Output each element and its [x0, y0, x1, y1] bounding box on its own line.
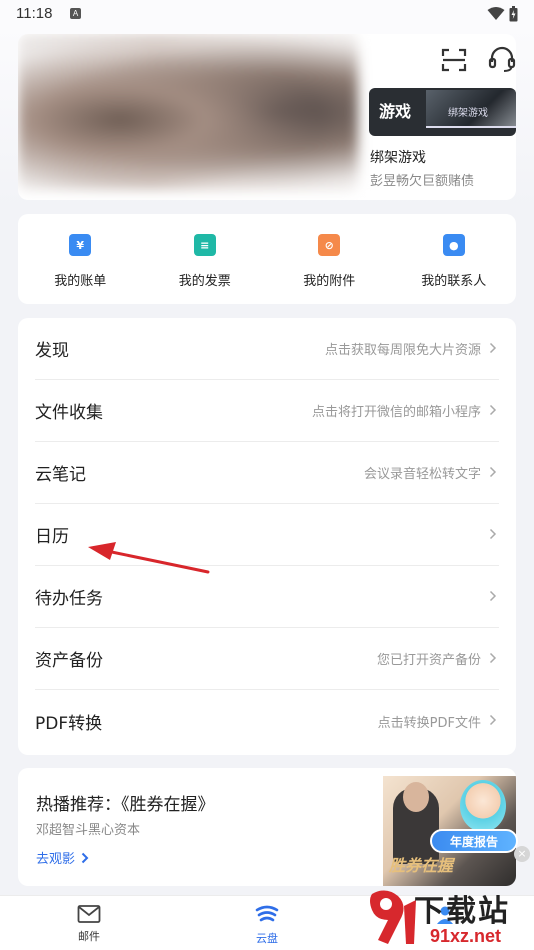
quick-actions: ¥ 我的账单 ≡ 我的发票 ⊘ 我的附件 ● 我的联系人 — [18, 214, 516, 304]
chevron-right-icon — [489, 714, 497, 726]
menu-item-title: 日历 — [35, 527, 69, 547]
menu-item-title: PDF转换 — [35, 713, 103, 734]
nav-item-label: 云盘 — [256, 932, 278, 945]
menu-item-pdf-convert[interactable]: PDF转换 点击转换PDF文件 — [35, 690, 499, 752]
quick-item-label: 我的联系人 — [421, 274, 487, 289]
chevron-right-icon — [489, 528, 497, 540]
watch-movie-label: 去观影 — [36, 852, 76, 867]
chevron-right-icon — [489, 342, 497, 354]
chevron-right-icon — [489, 404, 497, 416]
close-icon[interactable]: × — [514, 846, 530, 862]
attachment-icon: ⊘ — [318, 234, 341, 256]
chevron-right-icon — [489, 590, 497, 602]
mail-icon — [77, 905, 101, 923]
menu-item-hint: 您已打开资产备份 — [376, 653, 481, 668]
menu-item-title: 待办任务 — [35, 589, 103, 609]
promo-subtitle: 邓超智斗黑心资本 — [36, 823, 141, 838]
watch-movie-link[interactable]: 去观影 — [36, 848, 89, 867]
menu-item-hint: 点击获取每周限免大片资源 — [324, 343, 481, 358]
menu-item-title: 资产备份 — [35, 651, 103, 671]
scan-icon[interactable] — [441, 48, 467, 72]
annotation-arrow-icon — [88, 542, 210, 574]
annual-report-avatar[interactable] — [460, 780, 506, 832]
watermark-url: 91xz.net — [430, 926, 502, 946]
promo-card[interactable]: 热播推荐：《胜券在握》 邓超智斗黑心资本 去观影 胜券在握 — [18, 768, 516, 886]
status-bar: 11:18 A — [0, 0, 534, 28]
menu-item-asset-backup[interactable]: 资产备份 您已打开资产备份 — [35, 628, 499, 690]
quick-item-label: 我的账单 — [54, 274, 107, 289]
quick-item-label: 我的发票 — [178, 274, 231, 289]
quick-item-bill[interactable]: ¥ 我的账单 — [18, 214, 143, 304]
menu-item-hint: 点击将打开微信的邮箱小程序 — [311, 405, 481, 420]
poster-title: 胜券在握 — [389, 856, 454, 875]
poster-face — [403, 782, 429, 812]
chevron-right-icon — [81, 852, 89, 863]
menu-item-hint: 会议录音轻松转文字 — [363, 467, 481, 482]
banner-subtitle: 彭昱畅欠巨额赌债 — [370, 174, 475, 189]
menu-item-cloud-notes[interactable]: 云笔记 会议录音轻松转文字 — [35, 442, 499, 504]
thumb-image: 绑架游戏 — [426, 90, 516, 128]
menu-item-title: 云笔记 — [35, 465, 86, 485]
thumb-label: 游戏 — [379, 102, 412, 121]
status-time: 11:18 — [16, 5, 53, 22]
nav-item-mail[interactable]: 邮件 — [0, 896, 178, 950]
quick-item-contact[interactable]: ● 我的联系人 — [392, 214, 517, 304]
quick-item-label: 我的附件 — [303, 274, 356, 289]
menu-item-file-collection[interactable]: 文件收集 点击将打开微信的邮箱小程序 — [35, 380, 499, 442]
invoice-icon: ≡ — [193, 234, 216, 256]
banner-thumbnail[interactable]: 游戏 绑架游戏 — [369, 88, 516, 136]
status-indicators — [487, 6, 518, 22]
site-watermark: 下载站 91xz.net — [364, 884, 534, 950]
bill-icon: ¥ — [69, 234, 92, 256]
contact-icon: ● — [442, 234, 465, 256]
promo-title: 热播推荐：《胜券在握》 — [36, 795, 215, 815]
quick-item-attachment[interactable]: ⊘ 我的附件 — [267, 214, 392, 304]
menu-item-title: 文件收集 — [35, 403, 103, 423]
nav-item-cloud-disk[interactable]: 云盘 — [178, 896, 356, 950]
nav-item-label: 邮件 — [78, 930, 100, 943]
notification-letter-icon: A — [70, 8, 81, 19]
quick-item-invoice[interactable]: ≡ 我的发票 — [143, 214, 268, 304]
banner-title: 绑架游戏 — [370, 150, 426, 166]
menu-item-hint: 点击转换PDF文件 — [377, 715, 481, 731]
headset-icon[interactable] — [488, 46, 516, 74]
wifi-icon — [487, 7, 505, 20]
watermark-text: 下载站 — [414, 895, 510, 928]
cloud-disk-icon — [255, 905, 279, 922]
chevron-right-icon — [489, 652, 497, 664]
chevron-right-icon — [489, 466, 497, 478]
menu-item-title: 发现 — [35, 341, 69, 361]
menu-item-discover[interactable]: 发现 点击获取每周限免大片资源 — [35, 318, 499, 380]
thumb-image-text: 绑架游戏 — [448, 108, 488, 119]
banner-image — [18, 34, 358, 190]
annual-report-badge[interactable]: 年度报告 — [430, 829, 518, 853]
battery-icon — [509, 6, 518, 22]
